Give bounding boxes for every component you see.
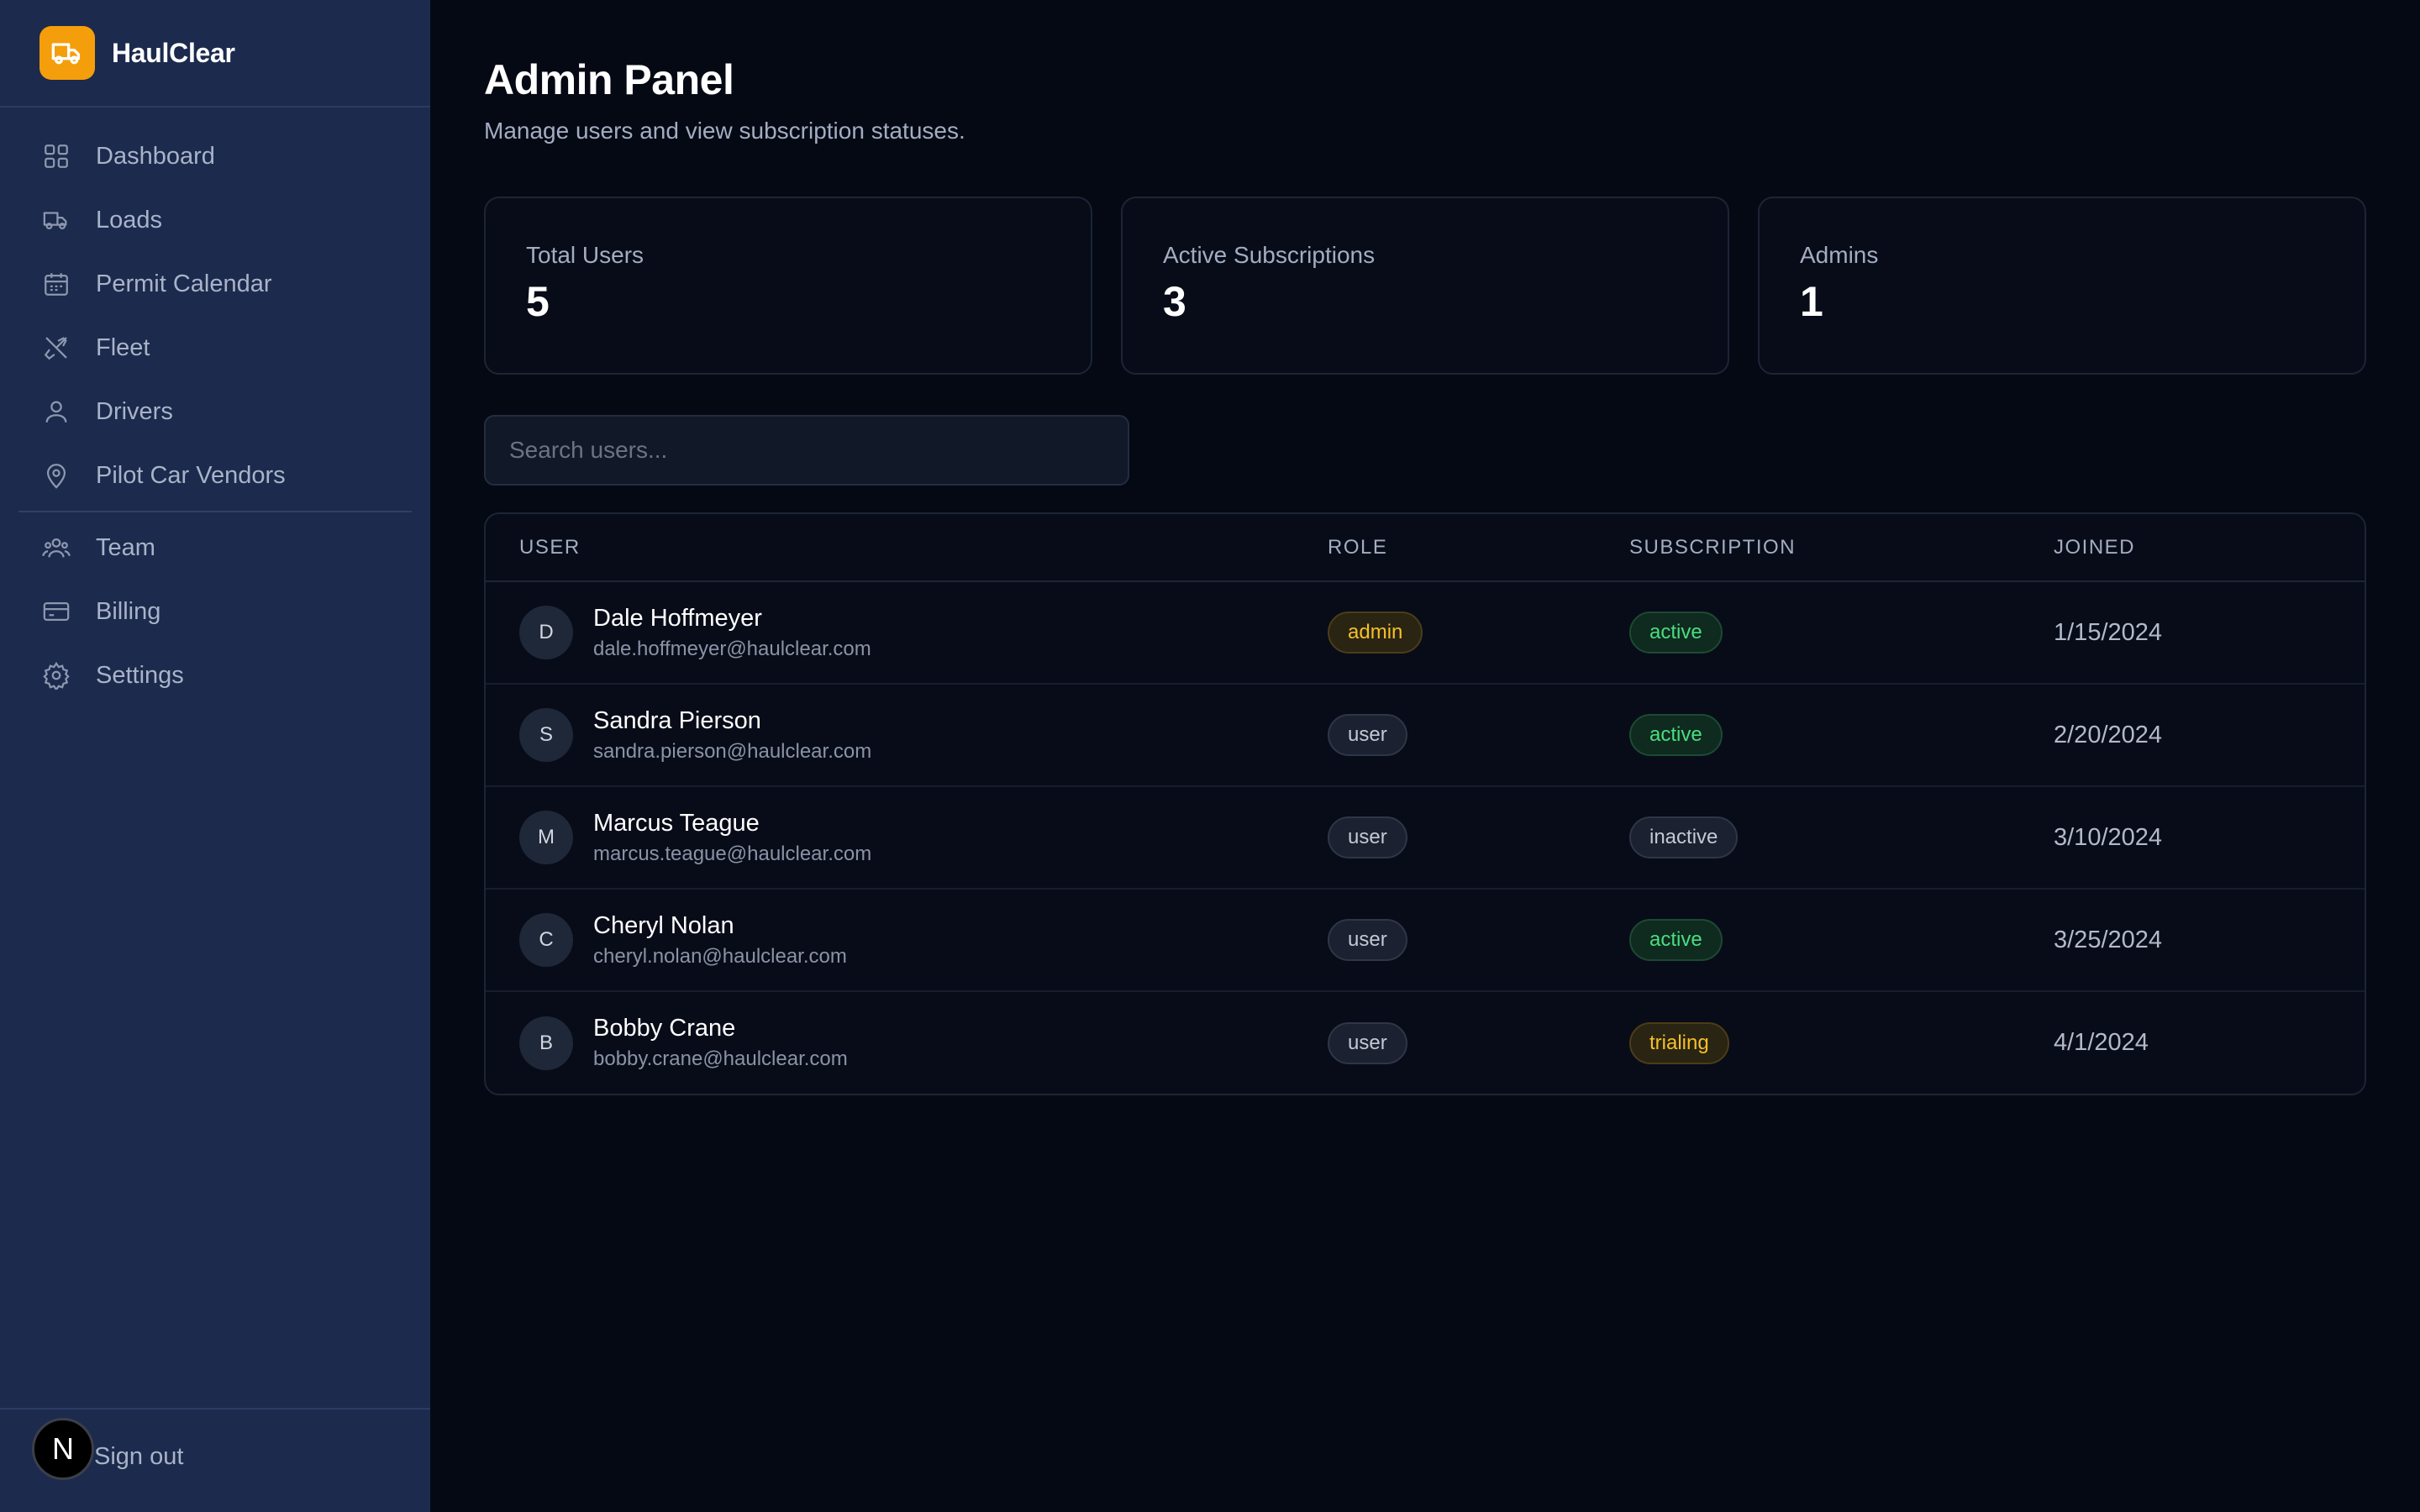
sidebar-item-label: Settings xyxy=(96,661,184,689)
sidebar-item-fleet[interactable]: Fleet xyxy=(0,316,430,380)
user-email: cheryl.nolan@haulclear.com xyxy=(593,944,847,968)
sidebar-item-settings[interactable]: Settings xyxy=(0,643,430,707)
table-row[interactable]: B Bobby Crane bobby.crane@haulclear.com u… xyxy=(486,991,2365,1094)
stat-label: Admins xyxy=(1800,242,1879,268)
user-cell: D Dale Hoffmeyer dale.hoffmeyer@haulclear… xyxy=(519,605,1294,661)
user-cell: B Bobby Crane bobby.crane@haulclear.com xyxy=(519,1015,1294,1071)
column-header-user[interactable]: USER xyxy=(486,514,1294,582)
subscription-badge: trialing xyxy=(1629,1021,1729,1064)
truck-icon xyxy=(40,204,72,236)
stat-label: Active Subscriptions xyxy=(1163,242,1376,268)
sidebar-item-dashboard[interactable]: Dashboard xyxy=(0,124,430,188)
user-email: bobby.crane@haulclear.com xyxy=(593,1047,848,1070)
role-badge: admin xyxy=(1328,612,1423,654)
sidebar-item-label: Team xyxy=(96,533,155,561)
sidebar-item-drivers[interactable]: Drivers xyxy=(0,380,430,444)
sidebar-item-label: Pilot Car Vendors xyxy=(96,461,286,489)
gear-icon xyxy=(40,659,72,691)
truck-icon xyxy=(39,26,95,80)
brand-name: HaulClear xyxy=(112,37,235,68)
sidebar-item-label: Billing xyxy=(96,597,161,625)
subscription-badge: inactive xyxy=(1629,816,1739,858)
calendar-icon xyxy=(40,268,72,300)
role-badge: user xyxy=(1328,919,1407,961)
page-title: Admin Panel xyxy=(484,56,734,103)
sidebar-item-billing[interactable]: Billing xyxy=(0,580,430,643)
sidebar-footer: Sign out N xyxy=(0,1408,430,1512)
sidebar-item-loads[interactable]: Loads xyxy=(0,188,430,252)
user-name: Sandra Pierson xyxy=(593,706,761,734)
sidebar-item-label: Fleet xyxy=(96,333,150,361)
page-subtitle: Manage users and view subscription statu… xyxy=(484,118,965,144)
joined-date: 1/15/2024 xyxy=(2054,618,2163,646)
user-name: Marcus Teague xyxy=(593,809,760,837)
table-row[interactable]: M Marcus Teague marcus.teague@haulclear.c… xyxy=(486,786,2365,890)
avatar: M xyxy=(519,811,573,864)
next-badge-icon[interactable]: N xyxy=(32,1418,94,1480)
app-root: HaulClear Dashboard Loads Permit Calenda… xyxy=(0,0,2420,1512)
sidebar-item-label: Permit Calendar xyxy=(96,270,272,297)
sidebar-item-label: Drivers xyxy=(96,397,173,425)
sidebar: HaulClear Dashboard Loads Permit Calenda… xyxy=(0,0,430,1512)
subscription-badge: active xyxy=(1629,612,1723,654)
tools-icon xyxy=(40,332,72,364)
joined-date: 2/20/2024 xyxy=(2054,721,2163,748)
avatar: D xyxy=(519,606,573,659)
user-name: Dale Hoffmeyer xyxy=(593,604,762,632)
joined-date: 3/10/2024 xyxy=(2054,823,2163,851)
table-row[interactable]: C Cheryl Nolan cheryl.nolan@haulclear.com… xyxy=(486,889,2365,992)
main-content: Admin Panel Manage users and view subscr… xyxy=(430,0,2420,1512)
user-email: dale.hoffmeyer@haulclear.com xyxy=(593,637,871,660)
user-name: Cheryl Nolan xyxy=(593,911,734,939)
stat-value: 3 xyxy=(1163,278,1186,325)
brand[interactable]: HaulClear xyxy=(0,0,430,108)
user-cell: C Cheryl Nolan cheryl.nolan@haulclear.com xyxy=(519,912,1294,969)
credit-card-icon xyxy=(40,596,72,627)
user-cell: M Marcus Teague marcus.teague@haulclear.c… xyxy=(519,810,1294,866)
stats-row: Total Users 5 Active Subscriptions 3 Adm… xyxy=(484,197,2366,375)
column-header-joined[interactable]: JOINED xyxy=(2020,514,2365,582)
sidebar-item-label: Dashboard xyxy=(96,142,215,170)
sidebar-item-permit-calendar[interactable]: Permit Calendar xyxy=(0,252,430,316)
map-pin-icon xyxy=(40,459,72,491)
user-email: marcus.teague@haulclear.com xyxy=(593,842,872,865)
sidebar-nav: Dashboard Loads Permit Calendar Fleet Dr… xyxy=(0,108,430,707)
users-icon xyxy=(40,532,72,564)
user-email: sandra.pierson@haulclear.com xyxy=(593,739,872,763)
sign-out-button[interactable]: Sign out xyxy=(94,1443,183,1471)
column-header-role[interactable]: ROLE xyxy=(1294,514,1596,582)
table-header-row: USER ROLE SUBSCRIPTION JOINED xyxy=(486,514,2365,582)
role-badge: user xyxy=(1328,816,1407,858)
subscription-badge: active xyxy=(1629,919,1723,961)
role-badge: user xyxy=(1328,714,1407,756)
avatar: C xyxy=(519,913,573,967)
stat-value: 5 xyxy=(526,278,550,325)
sidebar-item-label: Loads xyxy=(96,206,163,234)
table-row[interactable]: D Dale Hoffmeyer dale.hoffmeyer@haulclear… xyxy=(486,581,2365,685)
user-cell: S Sandra Pierson sandra.pierson@haulclear… xyxy=(519,707,1294,764)
sidebar-item-team[interactable]: Team xyxy=(0,516,430,580)
joined-date: 3/25/2024 xyxy=(2054,926,2163,953)
stat-value: 1 xyxy=(1800,278,1823,325)
user-name: Bobby Crane xyxy=(593,1015,736,1042)
table-row[interactable]: S Sandra Pierson sandra.pierson@haulclear… xyxy=(486,684,2365,787)
user-icon xyxy=(40,396,72,428)
sidebar-item-pilot-car-vendors[interactable]: Pilot Car Vendors xyxy=(0,444,430,507)
sidebar-divider xyxy=(18,511,412,512)
avatar: S xyxy=(519,708,573,762)
column-header-subscription[interactable]: SUBSCRIPTION xyxy=(1596,514,2020,582)
stat-card-active-subscriptions: Active Subscriptions 3 xyxy=(1121,197,1729,375)
search-input[interactable] xyxy=(484,415,1129,486)
stat-card-total-users: Total Users 5 xyxy=(484,197,1092,375)
avatar: B xyxy=(519,1016,573,1070)
users-table: USER ROLE SUBSCRIPTION JOINED D Dale Hof… xyxy=(484,512,2366,1095)
joined-date: 4/1/2024 xyxy=(2054,1029,2149,1056)
subscription-badge: active xyxy=(1629,714,1723,756)
role-badge: user xyxy=(1328,1021,1407,1064)
grid-icon xyxy=(40,140,72,172)
stat-card-admins: Admins 1 xyxy=(1758,197,2366,375)
stat-label: Total Users xyxy=(526,242,644,268)
